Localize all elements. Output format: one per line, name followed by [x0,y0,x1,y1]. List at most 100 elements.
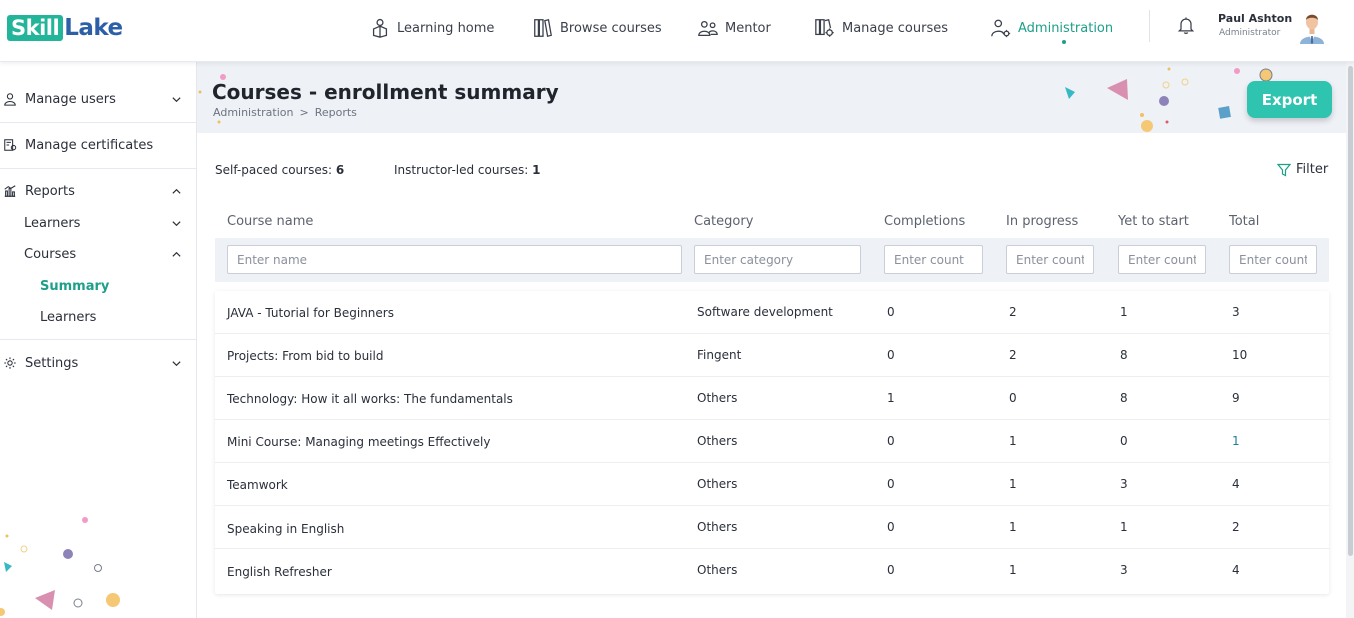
sidebar-item-manage-users-label: Manage users [25,91,116,107]
table-row[interactable]: Teamwork Others 0 1 3 4 [215,463,1329,506]
cell-yet-to-start: 0 [1120,434,1128,448]
active-nav-indicator [1062,40,1066,44]
cell-course-name: English Refresher [227,565,332,579]
sidebar-item-courses-learners-label: Learners [40,309,97,325]
cell-total: 10 [1232,348,1248,362]
column-header-in-progress[interactable]: In progress [1006,214,1078,229]
sidebar-item-courses[interactable]: Courses [0,245,196,263]
cell-category: Others [697,520,738,534]
cell-completions: 0 [887,520,895,534]
column-header-total[interactable]: Total [1229,214,1259,229]
reports-chart-icon [4,185,16,197]
cell-completions: 0 [887,477,895,491]
self-paced-courses-count: 6 [335,163,345,177]
instructor-led-courses-stat: Instructor-led courses: 1 [394,163,541,177]
cell-total: 4 [1232,477,1240,491]
in-progress-filter-input[interactable] [1006,245,1094,274]
cell-in-progress: 1 [1009,563,1017,577]
sidebar-item-reports-label: Reports [25,183,75,199]
notifications-bell-icon[interactable] [1176,15,1196,35]
cell-completions: 0 [887,434,895,448]
cell-course-name: Projects: From bid to build [227,349,384,363]
user-name[interactable]: Paul Ashton [1218,12,1292,25]
table-row[interactable]: English Refresher Others 0 1 3 4 [215,549,1329,592]
course-name-filter-input[interactable] [227,245,682,274]
cell-total: 4 [1232,563,1240,577]
self-paced-courses-label: Self-paced courses: [215,163,333,177]
breadcrumb-reports[interactable]: Reports [315,106,357,119]
column-header-category[interactable]: Category [694,214,753,229]
cell-in-progress: 2 [1009,305,1017,319]
administration-icon [991,19,1011,38]
sidebar-item-settings-label: Settings [25,355,79,371]
cell-course-name: Teamwork [227,478,288,492]
scrollbar-thumb[interactable] [1348,66,1353,556]
table-row[interactable]: Speaking in English Others 0 1 1 2 [215,506,1329,549]
gear-icon [4,357,16,369]
cell-completions: 0 [887,305,895,319]
sidebar: Manage users Manage certificates Reports… [0,62,197,618]
sidebar-item-summary[interactable]: Summary [0,277,196,295]
nav-administration[interactable]: Administration [990,14,1113,42]
cell-total: 2 [1232,520,1240,534]
chevron-down-icon [172,96,181,102]
mentor-icon [698,20,718,36]
table-row[interactable]: Mini Course: Managing meetings Effective… [215,420,1329,463]
sidebar-item-reports[interactable]: Reports [0,182,196,200]
sidebar-item-manage-users[interactable]: Manage users [0,90,196,108]
table-row[interactable]: Projects: From bid to build Fingent 0 2 … [215,334,1329,377]
sidebar-item-settings[interactable]: Settings [0,354,196,372]
table-row[interactable]: JAVA - Tutorial for Beginners Software d… [215,291,1329,334]
cell-in-progress: 0 [1009,391,1017,405]
cell-total: 1 [1232,434,1240,448]
skilllake-logo[interactable]: Skill Lake [7,13,123,43]
completions-filter-input[interactable] [884,245,983,274]
sidebar-divider [0,168,196,169]
breadcrumb-separator: > [299,106,309,119]
cell-category: Others [697,434,738,448]
total-filter-input[interactable] [1229,245,1317,274]
export-button[interactable]: Export [1247,81,1332,118]
column-header-completions[interactable]: Completions [884,214,965,229]
nav-mentor-label: Mentor [725,20,771,36]
cell-yet-to-start: 1 [1120,305,1128,319]
browse-courses-icon [534,18,552,38]
cell-yet-to-start: 8 [1120,348,1128,362]
nav-browse-courses-label: Browse courses [560,20,662,36]
chevron-up-icon [172,188,181,194]
self-paced-courses-stat: Self-paced courses: 6 [215,163,344,177]
nav-manage-courses[interactable]: Manage courses [814,14,948,42]
sidebar-item-manage-certificates[interactable]: Manage certificates [0,136,196,154]
nav-learning-home[interactable]: Learning home [369,14,494,42]
filter-button[interactable]: Filter [1277,162,1328,177]
user-icon [4,93,16,106]
category-filter-input[interactable] [694,245,861,274]
nav-administration-label: Administration [1018,20,1114,36]
cell-in-progress: 1 [1009,434,1017,448]
cell-completions: 0 [887,348,895,362]
cell-completions: 0 [887,563,895,577]
page-title: Courses - enrollment summary [212,80,559,104]
nav-browse-courses[interactable]: Browse courses [532,14,662,42]
sidebar-divider [0,122,196,123]
filter-label: Filter [1296,162,1329,177]
nav-learning-home-label: Learning home [397,20,495,36]
learning-home-icon [372,18,388,38]
nav-mentor[interactable]: Mentor [697,14,771,42]
cell-course-name: Speaking in English [227,522,345,536]
breadcrumb-administration[interactable]: Administration [213,106,294,119]
chevron-down-icon [172,220,181,226]
yet-to-start-filter-input[interactable] [1118,245,1206,274]
table-row[interactable]: Technology: How it all works: The fundam… [215,377,1329,420]
cell-completions: 1 [887,391,895,405]
column-header-course-name[interactable]: Course name [227,214,313,229]
user-avatar[interactable] [1296,8,1328,44]
cell-course-name: Technology: How it all works: The fundam… [227,392,513,406]
logo-text-skill: Skill [7,15,64,41]
nav-manage-courses-label: Manage courses [842,20,948,36]
user-role: Administrator [1219,28,1281,38]
column-header-yet-to-start[interactable]: Yet to start [1118,214,1189,229]
sidebar-item-learners[interactable]: Learners [0,214,196,232]
sidebar-item-courses-learners[interactable]: Learners [0,308,196,326]
cell-in-progress: 2 [1009,348,1017,362]
